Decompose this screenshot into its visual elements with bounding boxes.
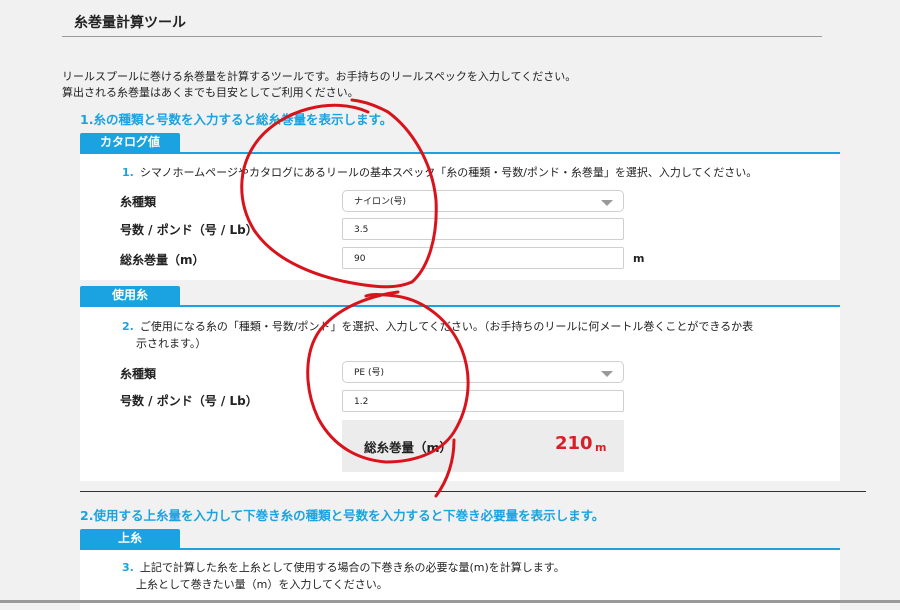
section-divider xyxy=(80,491,866,492)
usage-line-type-value: PE (号) xyxy=(354,368,384,378)
page-title: 糸巻量計算ツール xyxy=(74,15,186,31)
tab-usage: 使用糸 xyxy=(80,286,180,305)
page-container: 糸巻量計算ツール リールスプールに巻ける糸巻量を計算するツールです。お手持ちのリ… xyxy=(62,0,866,610)
catalog-step-number: 1. xyxy=(122,166,134,179)
chevron-down-icon xyxy=(601,200,613,206)
chevron-down-icon xyxy=(601,371,613,377)
usage-result-box: 総糸巻量（m） 210 m xyxy=(342,420,624,472)
catalog-size-label: 号数 / ポンド（号 / Lb） xyxy=(120,223,258,237)
usage-result-label: 総糸巻量（m） xyxy=(364,440,453,455)
usage-step-number: 2. xyxy=(122,320,134,333)
usage-line-type-select[interactable]: PE (号) xyxy=(342,361,624,383)
intro-line-1: リールスプールに巻ける糸巻量を計算するツールです。お手持ちのリールスペックを入力… xyxy=(62,70,577,83)
usage-step-text-2: 示されます。） xyxy=(136,337,207,350)
section-1-heading: 1.糸の種類と号数を入力すると総糸巻量を表示します。 xyxy=(80,112,393,127)
catalog-capacity-label: 総糸巻量（m） xyxy=(120,253,205,267)
section-2-heading: 2.使用する上糸量を入力して下巻き糸の種類と号数を入力すると下巻き必要量を表示し… xyxy=(80,508,605,523)
tab-catalog: カタログ値 xyxy=(80,133,180,152)
title-bar: 糸巻量計算ツール xyxy=(62,0,822,37)
catalog-size-input[interactable]: 3.5 xyxy=(342,218,624,240)
catalog-capacity-unit: m xyxy=(633,252,645,265)
upper-step-number: 3. xyxy=(122,561,134,574)
catalog-line-type-select[interactable]: ナイロン(号) xyxy=(342,190,624,212)
usage-size-input[interactable]: 1.2 xyxy=(342,390,624,412)
upper-step-text-1: 上記で計算した糸を上糸として使用する場合の下巻き糸の必要な量(m)を計算します。 xyxy=(139,561,565,574)
intro-line-2: 算出される糸巻量はあくまでも目安としてご利用ください。 xyxy=(62,86,359,99)
catalog-line-type-label: 糸種類 xyxy=(120,195,157,209)
intro-text: リールスプールに巻ける糸巻量を計算するツールです。お手持ちのリールスペックを入力… xyxy=(62,69,576,101)
catalog-panel: 1. シマノホームページやカタログにあるリールの基本スペック「糸の種類・号数/ポン… xyxy=(80,152,840,280)
usage-step: 2. ご使用になる糸の「種類・号数/ポンド」を選択、入力してください。（お手持ちの… xyxy=(122,318,802,352)
usage-result-unit: m xyxy=(595,441,607,454)
catalog-step-text: シマノホームページやカタログにあるリールの基本スペック「糸の種類・号数/ポンド・… xyxy=(139,166,758,179)
usage-size-label: 号数 / ポンド（号 / Lb） xyxy=(120,394,258,408)
usage-step-text-1: ご使用になる糸の「種類・号数/ポンド」を選択、入力してください。（お手持ちのリー… xyxy=(139,320,754,333)
catalog-capacity-input[interactable]: 90 xyxy=(342,247,624,269)
tab-upper-line: 上糸 xyxy=(80,529,180,548)
usage-result-value: 210 xyxy=(555,433,593,454)
usage-panel: 2. ご使用になる糸の「種類・号数/ポンド」を選択、入力してください。（お手持ちの… xyxy=(80,305,840,481)
catalog-line-type-value: ナイロン(号) xyxy=(354,197,407,207)
usage-line-type-label: 糸種類 xyxy=(120,367,157,381)
catalog-step: 1. シマノホームページやカタログにあるリールの基本スペック「糸の種類・号数/ポン… xyxy=(122,164,802,181)
upper-step: 3. 上記で計算した糸を上糸として使用する場合の下巻き糸の必要な量(m)を計算しま… xyxy=(122,559,802,593)
upper-step-text-2: 上糸として巻きたい量（m）を入力してください。 xyxy=(136,578,388,591)
